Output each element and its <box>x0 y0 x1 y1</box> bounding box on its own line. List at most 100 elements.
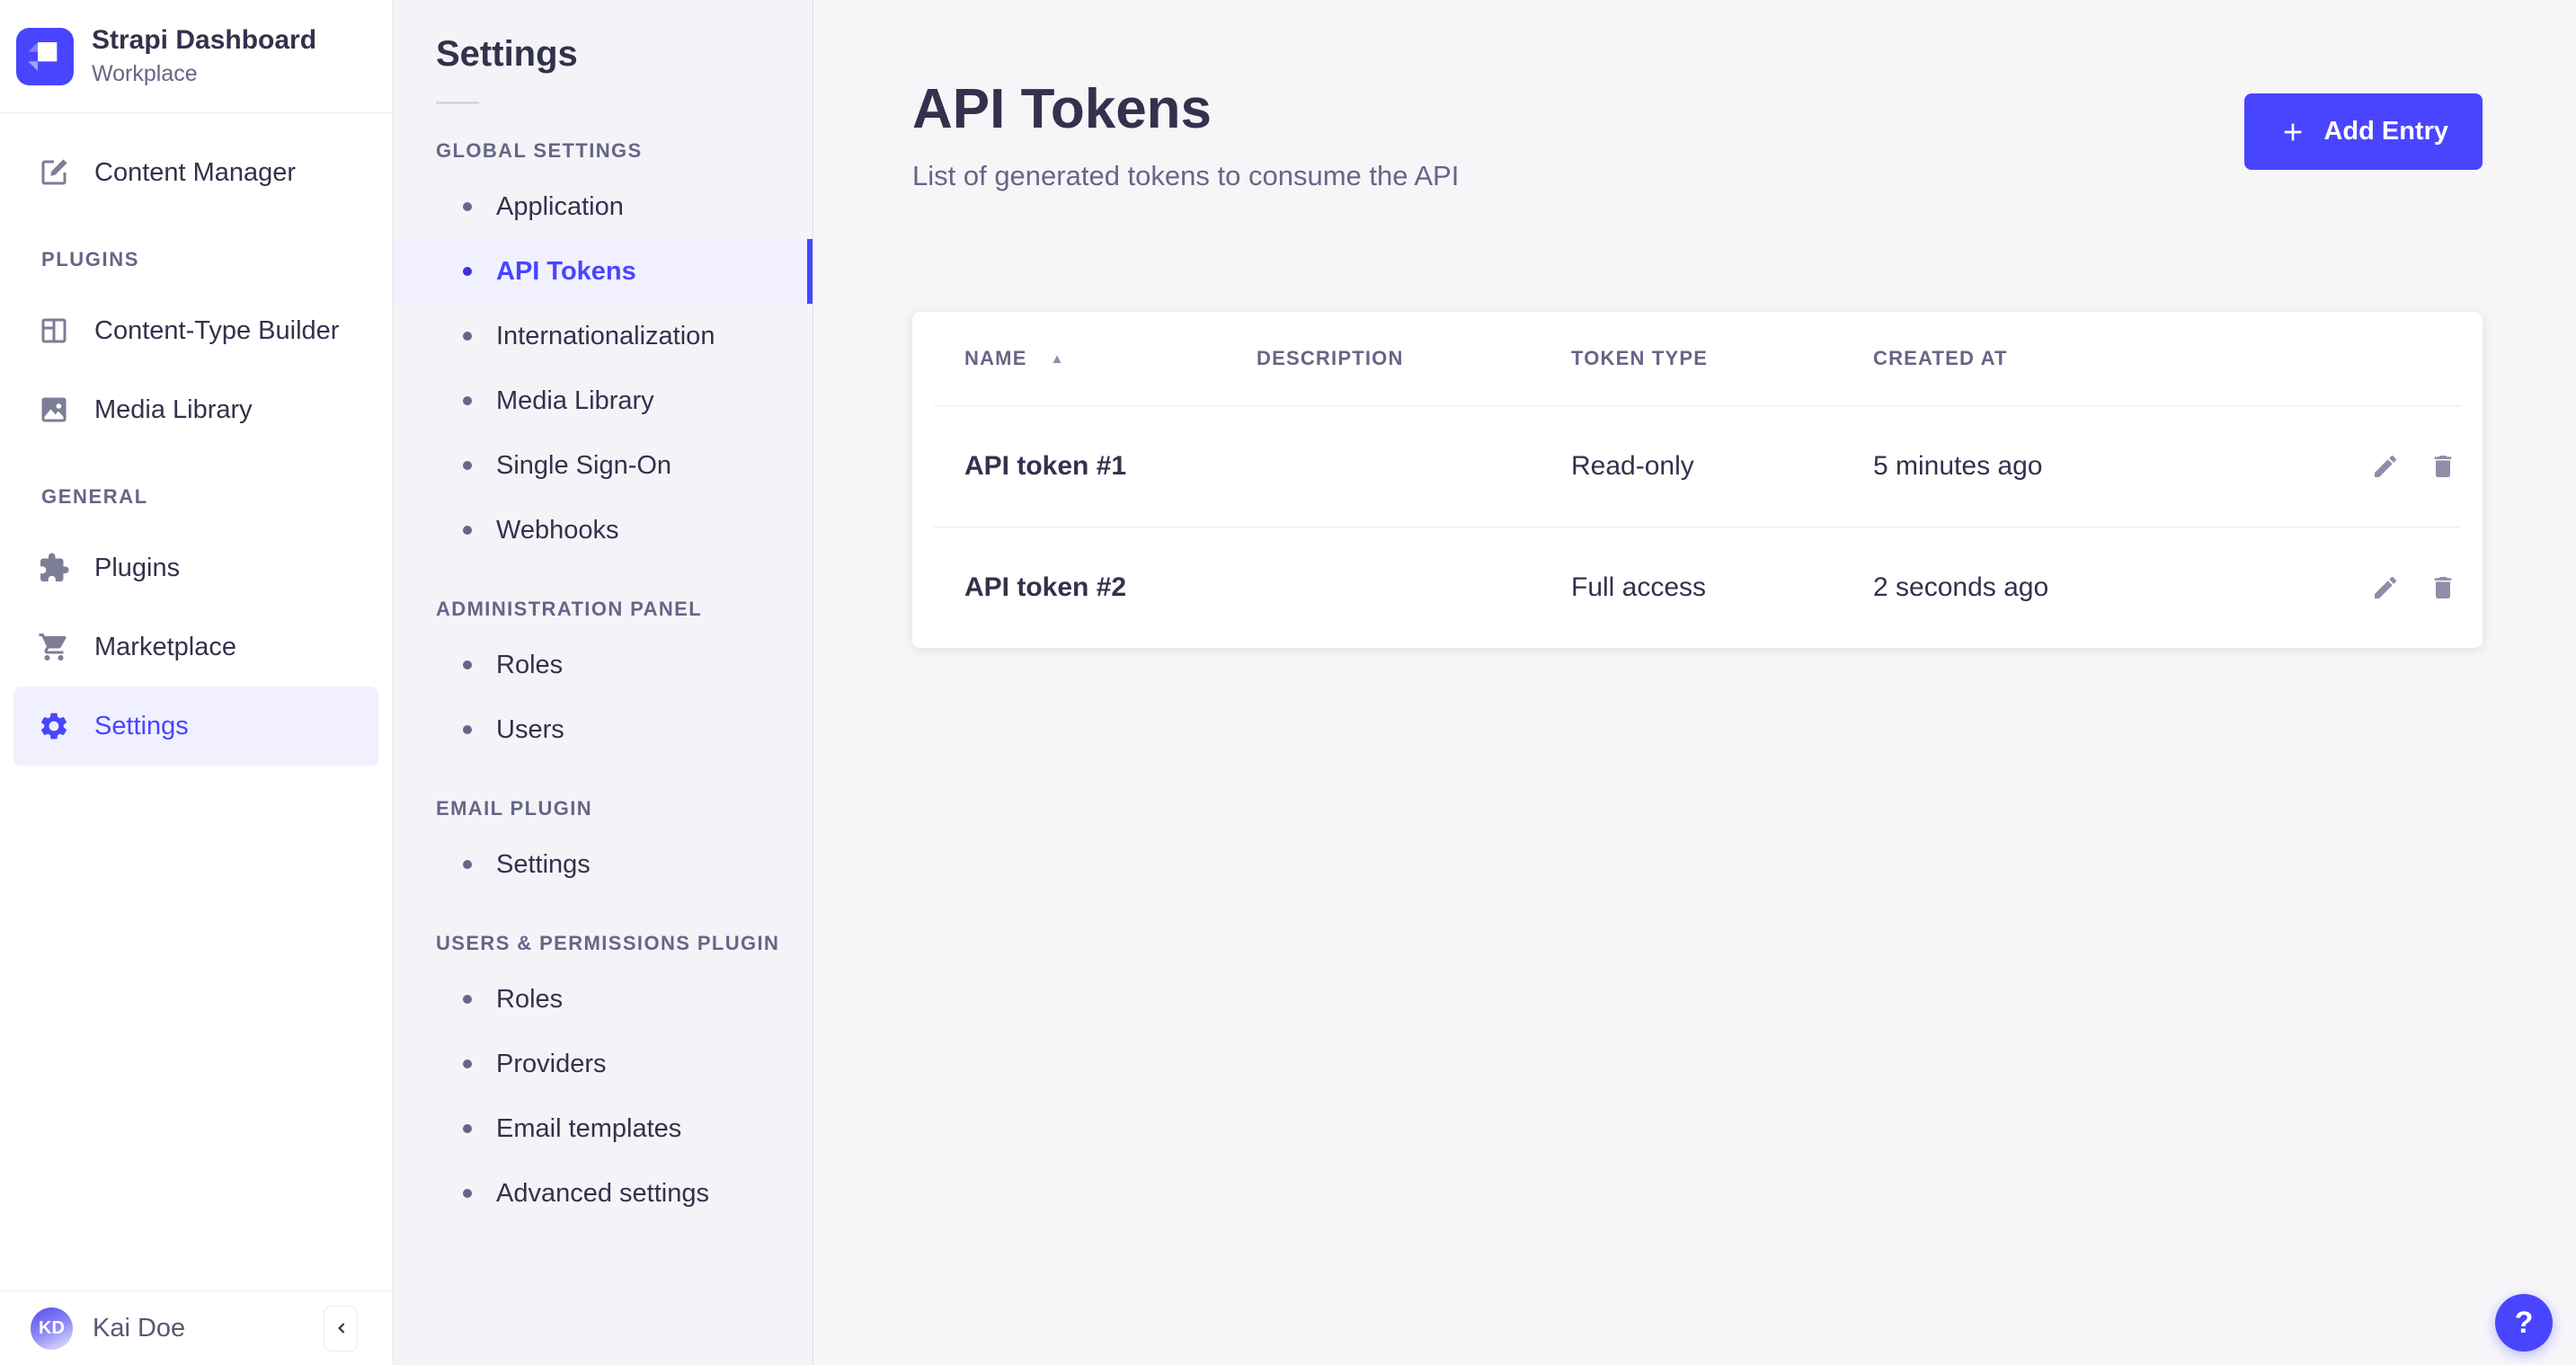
marketplace-cart-icon <box>38 631 70 663</box>
column-header-token-type: TOKEN TYPE <box>1571 347 1873 370</box>
bullet-icon <box>463 267 472 276</box>
sidebar-nav: Content Manager PLUGINS Content-Type Bui… <box>0 113 392 1290</box>
subnav-item-label: Application <box>496 192 624 222</box>
chevron-left-icon <box>329 1316 352 1340</box>
api-tokens-table: NAME ▲ DESCRIPTION TOKEN TYPE CREATED AT… <box>912 312 2483 648</box>
subnav-section-global-settings: GLOBAL SETTINGS Application API Tokens I… <box>393 140 813 563</box>
sidebar-item-label: Media Library <box>94 395 253 425</box>
token-type: Full access <box>1571 572 1873 603</box>
sidebar-item-plugins[interactable]: Plugins <box>13 528 378 607</box>
subnav-item-label: Roles <box>496 651 563 680</box>
main-sidebar: Strapi Dashboard Workplace Content Manag… <box>0 0 393 1365</box>
subnav-section-header: EMAIL PLUGIN <box>436 798 813 820</box>
sidebar-item-label: Plugins <box>94 554 180 583</box>
workspace-subtitle: Workplace <box>92 61 316 87</box>
sidebar-item-marketplace[interactable]: Marketplace <box>13 607 378 687</box>
edit-token-button[interactable] <box>2371 573 2400 602</box>
sidebar-item-label: Content-Type Builder <box>94 316 339 346</box>
row-actions <box>2323 452 2457 481</box>
subnav-item-media-library[interactable]: Media Library <box>393 368 813 433</box>
sidebar-item-settings[interactable]: Settings <box>13 687 378 766</box>
main-content: API Tokens List of generated tokens to c… <box>813 0 2576 1365</box>
question-mark-icon: ? <box>2515 1306 2534 1341</box>
column-header-name[interactable]: NAME ▲ <box>964 347 1257 370</box>
sidebar-section-plugins: PLUGINS <box>41 248 392 271</box>
trash-icon <box>2429 573 2457 602</box>
workspace-brand: Strapi Dashboard Workplace <box>0 0 392 113</box>
token-name: API token #2 <box>964 572 1257 603</box>
help-button[interactable]: ? <box>2495 1294 2553 1352</box>
bullet-icon <box>463 1124 472 1133</box>
delete-token-button[interactable] <box>2429 452 2457 481</box>
subnav-item-internationalization[interactable]: Internationalization <box>393 304 813 368</box>
table-row[interactable]: API token #2 Full access 2 seconds ago <box>912 527 2483 648</box>
subnav-item-application[interactable]: Application <box>393 174 813 239</box>
edit-token-button[interactable] <box>2371 452 2400 481</box>
sidebar-item-content-manager[interactable]: Content Manager <box>13 133 378 212</box>
bullet-icon <box>463 461 472 470</box>
trash-icon <box>2429 452 2457 481</box>
sidebar-item-media-library[interactable]: Media Library <box>13 370 378 449</box>
bullet-icon <box>463 660 472 669</box>
bullet-icon <box>463 202 472 211</box>
collapse-sidebar-button[interactable] <box>324 1306 358 1352</box>
delete-token-button[interactable] <box>2429 573 2457 602</box>
sidebar-item-content-type-builder[interactable]: Content-Type Builder <box>13 291 378 370</box>
bullet-icon <box>463 332 472 341</box>
subnav-item-admin-roles[interactable]: Roles <box>393 633 813 697</box>
bullet-icon <box>463 725 472 734</box>
subnav-item-label: Roles <box>496 985 563 1015</box>
token-type: Read-only <box>1571 451 1873 482</box>
bullet-icon <box>463 1059 472 1068</box>
subnav-section-email-plugin: EMAIL PLUGIN Settings <box>393 798 813 897</box>
subnav-item-label: Internationalization <box>496 322 715 351</box>
subnav-item-up-roles[interactable]: Roles <box>393 967 813 1032</box>
settings-subnav: Settings GLOBAL SETTINGS Application API… <box>393 0 813 1365</box>
user-name: Kai Doe <box>93 1314 185 1343</box>
subnav-item-advanced-settings[interactable]: Advanced settings <box>393 1161 813 1226</box>
table-row[interactable]: API token #1 Read-only 5 minutes ago <box>912 406 2483 527</box>
subnav-section-header: ADMINISTRATION PANEL <box>436 598 813 620</box>
subnav-item-admin-users[interactable]: Users <box>393 697 813 762</box>
subnav-item-label: Advanced settings <box>496 1179 709 1209</box>
token-created-at: 5 minutes ago <box>1873 451 2323 482</box>
sidebar-section-general: GENERAL <box>41 485 392 509</box>
bullet-icon <box>463 995 472 1004</box>
subnav-section-users-permissions-plugin: USERS & PERMISSIONS PLUGIN Roles Provide… <box>393 933 813 1226</box>
add-entry-button[interactable]: Add Entry <box>2244 93 2483 170</box>
plugins-icon <box>38 552 70 584</box>
subnav-title-divider <box>436 102 479 104</box>
add-entry-label: Add Entry <box>2323 117 2448 146</box>
pencil-icon <box>2371 452 2400 481</box>
subnav-section-header: GLOBAL SETTINGS <box>436 140 813 162</box>
token-created-at: 2 seconds ago <box>1873 572 2323 603</box>
subnav-item-label: Users <box>496 715 564 745</box>
settings-gear-icon <box>38 710 70 742</box>
column-header-description: DESCRIPTION <box>1257 347 1571 370</box>
subnav-item-label: Settings <box>496 850 591 880</box>
sort-ascending-icon[interactable]: ▲ <box>1051 351 1065 367</box>
subnav-item-email-templates[interactable]: Email templates <box>393 1096 813 1161</box>
sidebar-item-label: Marketplace <box>94 633 236 662</box>
strapi-logo-icon <box>16 28 74 85</box>
sidebar-footer: KD Kai Doe <box>0 1290 392 1365</box>
bullet-icon <box>463 860 472 869</box>
subnav-item-label: Webhooks <box>496 516 619 545</box>
row-actions <box>2323 573 2457 602</box>
workspace-title: Strapi Dashboard <box>92 25 316 56</box>
token-name: API token #1 <box>964 451 1257 482</box>
subnav-item-webhooks[interactable]: Webhooks <box>393 498 813 563</box>
user-avatar[interactable]: KD <box>31 1307 73 1350</box>
pencil-icon <box>2371 573 2400 602</box>
plus-icon <box>2278 118 2307 146</box>
subnav-item-api-tokens[interactable]: API Tokens <box>393 239 813 304</box>
subnav-item-providers[interactable]: Providers <box>393 1032 813 1096</box>
subnav-item-email-settings[interactable]: Settings <box>393 832 813 897</box>
media-library-icon <box>38 394 70 426</box>
bullet-icon <box>463 526 472 535</box>
subnav-title: Settings <box>436 34 813 75</box>
subnav-section-administration-panel: ADMINISTRATION PANEL Roles Users <box>393 598 813 762</box>
subnav-item-single-sign-on[interactable]: Single Sign-On <box>393 433 813 498</box>
subnav-item-label: Media Library <box>496 386 654 416</box>
sidebar-item-label: Settings <box>94 712 189 741</box>
